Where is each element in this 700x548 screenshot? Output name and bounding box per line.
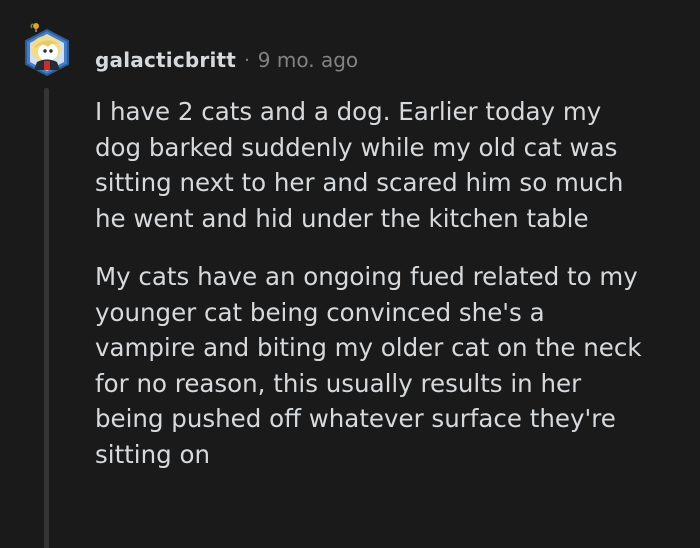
comment-timestamp[interactable]: 9 mo. ago: [258, 48, 358, 72]
user-avatar-icon[interactable]: [20, 22, 74, 80]
snoo-avatar-icon: [25, 23, 69, 77]
thread-line[interactable]: [44, 88, 49, 548]
comment-body: I have 2 cats and a dog. Earlier today m…: [95, 94, 685, 495]
comment-meta: galacticbritt · 9 mo. ago: [95, 44, 358, 76]
comment-paragraph: I have 2 cats and a dog. Earlier today m…: [95, 97, 624, 233]
meta-separator: ·: [244, 49, 250, 71]
username-link[interactable]: galacticbritt: [95, 48, 236, 72]
comment: galacticbritt · 9 mo. ago I have 2 cats …: [0, 0, 700, 548]
comment-paragraph: My cats have an ongoing fued related to …: [95, 262, 642, 469]
